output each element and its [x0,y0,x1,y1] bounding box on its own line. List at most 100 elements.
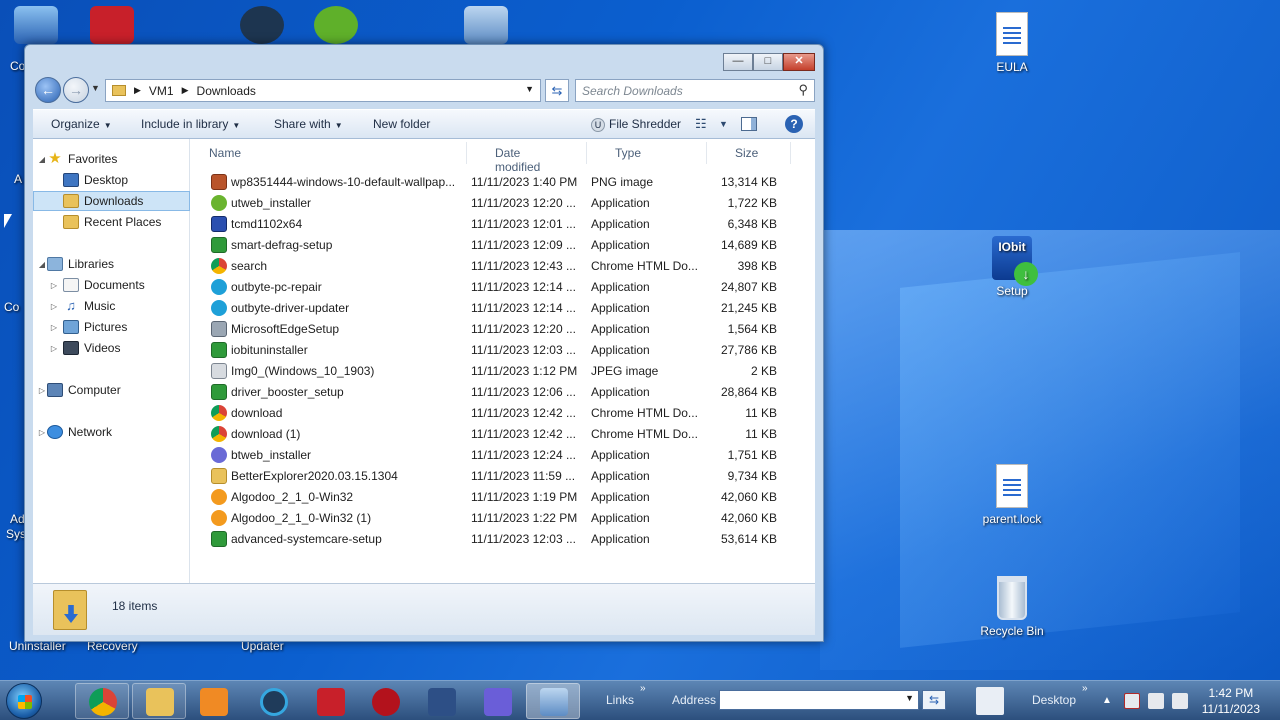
breadcrumb-vm1[interactable]: VM1 [149,84,174,98]
collapse-icon[interactable]: ◢ [37,155,47,164]
nav-downloads[interactable]: Downloads [33,191,190,211]
search-icon[interactable]: ⚲ [798,82,808,98]
column-header-name[interactable]: Name [191,142,467,164]
file-row[interactable]: download 11/11/2023 12:42 ... Chrome HTML … [191,403,791,424]
breadcrumb-separator-icon[interactable]: ▶ [182,85,189,96]
file-row[interactable]: Algodoo_2_1_0-Win32 (1) 11/11/2023 1:22 P… [191,508,791,529]
links-chevron-icon[interactable]: » [640,683,646,694]
file-row[interactable]: BetterExplorer2020.03.15.1304 11/11/2023 … [191,466,791,487]
links-toolbar-label[interactable]: Links [606,693,634,707]
column-header-size[interactable]: Size [707,142,791,164]
file-row[interactable]: wp8351444-windows-10-default-wallpap... 1… [191,172,791,193]
expand-icon[interactable]: ▷ [37,428,47,437]
file-row[interactable]: Algodoo_2_1_0-Win32 11/11/2023 1:19 PM App… [191,487,791,508]
taskbar-address-go-button[interactable]: ⇆ [922,690,946,710]
expand-icon[interactable]: ▷ [37,386,47,395]
file-row[interactable]: tcmd1102x64 11/11/2023 12:01 ... Applicati… [191,214,791,235]
security-alert-icon[interactable] [1124,693,1140,709]
recent-pages-dropdown[interactable]: ▼ [91,83,100,93]
paint-icon[interactable] [976,687,1004,715]
desktop-chevron-icon[interactable]: » [1082,683,1088,694]
file-row[interactable]: outbyte-pc-repair 11/11/2023 12:14 ... App… [191,277,791,298]
nav-computer[interactable]: ▷ Computer [33,380,190,400]
expand-icon[interactable]: ▷ [49,344,59,353]
desktop-label-co-2[interactable]: Co [4,300,19,314]
refresh-button[interactable]: ⇆ [545,79,569,102]
column-header-type[interactable]: Type [587,142,707,164]
change-view-icon[interactable]: ☷ [695,116,707,132]
desktop-label-a[interactable]: A [14,172,22,186]
desktop-icon-setup[interactable]: IObit ↓ Setup [967,236,1057,298]
close-button[interactable]: ✕ [783,53,815,71]
nav-pictures[interactable]: ▷ Pictures [33,317,190,337]
nav-libraries[interactable]: ◢ Libraries [33,254,190,274]
nav-recent-places[interactable]: Recent Places [33,212,190,232]
minimize-button[interactable]: — [723,53,753,71]
taskbar-ccleaner[interactable] [246,683,300,719]
expand-icon[interactable]: ▷ [49,281,59,290]
forward-button[interactable]: → [63,77,89,103]
taskbar-network-tool[interactable] [414,683,468,719]
file-row[interactable]: MicrosoftEdgeSetup 11/11/2023 12:20 ... Ap… [191,319,791,340]
system-clock[interactable]: 1:42 PM 11/11/2023 [1202,685,1260,717]
nav-favorites[interactable]: ◢ ★ Favorites [33,149,190,169]
organize-button[interactable]: Organize ▼ [51,117,112,131]
column-header-date[interactable]: Date modified [467,142,587,174]
desktop-label-ad[interactable]: Ad [10,512,25,526]
nav-music[interactable]: ▷ ♫ Music [33,296,190,316]
file-shredder-button[interactable]: U File Shredder [591,117,681,132]
file-row[interactable]: search 11/11/2023 12:43 ... Chrome HTML Do… [191,256,791,277]
taskbar-explorer[interactable] [132,683,186,719]
taskbar-parallels[interactable] [470,683,524,719]
view-options-chevron-icon[interactable]: ▼ [719,119,728,129]
taskbar-media-player[interactable] [186,683,240,719]
address-dropdown-icon[interactable]: ▼ [525,84,534,94]
collapse-icon[interactable]: ◢ [37,260,47,269]
file-row[interactable]: outbyte-driver-updater 11/11/2023 12:14 .… [191,298,791,319]
file-row[interactable]: iobituninstaller 11/11/2023 12:03 ... Appl… [191,340,791,361]
volume-muted-icon[interactable] [1172,693,1188,709]
new-folder-button[interactable]: New folder [373,117,430,131]
file-row[interactable]: advanced-systemcare-setup 11/11/2023 12:0… [191,529,791,550]
nav-desktop[interactable]: Desktop [33,170,190,190]
maximize-button[interactable]: □ [753,53,783,71]
file-row[interactable]: driver_booster_setup 11/11/2023 12:06 ...… [191,382,791,403]
nav-videos[interactable]: ▷ Videos [33,338,190,358]
breadcrumb-downloads[interactable]: Downloads [197,84,256,98]
taskbar-game[interactable] [358,683,412,719]
address-bar[interactable]: ▶ VM1 ▶ Downloads ▼ [105,79,541,102]
search-input[interactable]: Search Downloads ⚲ [575,79,815,102]
desktop-icon-recycle-bin[interactable]: Recycle Bin [967,576,1057,638]
utorrent-desktop-icon[interactable] [314,6,358,44]
breadcrumb-separator-icon[interactable]: ▶ [134,85,141,96]
network-status-icon[interactable] [1148,693,1164,709]
file-row[interactable]: btweb_installer 11/11/2023 12:24 ... Appli… [191,445,791,466]
show-hidden-icons-icon[interactable]: ▲ [1102,695,1112,706]
nav-network[interactable]: ▷ Network [33,422,190,442]
taskbar-control-panel[interactable] [526,683,580,719]
nav-documents[interactable]: ▷ Documents [33,275,190,295]
file-row[interactable]: download (1) 11/11/2023 12:42 ... Chrome H… [191,424,791,445]
control-panel-desktop-icon[interactable] [464,6,508,44]
share-with-button[interactable]: Share with ▼ [274,117,343,131]
computer-desktop-icon[interactable] [14,6,58,44]
chevron-down-icon[interactable]: ▼ [905,693,914,703]
taskbar-chrome[interactable] [75,683,129,719]
file-row[interactable]: smart-defrag-setup 11/11/2023 12:09 ... Ap… [191,235,791,256]
tool-desktop-icon[interactable] [240,6,284,44]
file-row[interactable]: utweb_installer 11/11/2023 12:20 ... Appli… [191,193,791,214]
help-icon[interactable]: ? [785,115,803,133]
desktop-icon-parent-lock[interactable]: parent.lock [967,464,1057,526]
expand-icon[interactable]: ▷ [49,323,59,332]
desktop-toolbar-label[interactable]: Desktop [1032,693,1076,707]
preview-pane-icon[interactable] [741,117,757,131]
include-in-library-button[interactable]: Include in library ▼ [141,117,240,131]
file-row[interactable]: Img0_(Windows_10_1903) 11/11/2023 1:12 PM… [191,361,791,382]
desktop-icon-eula[interactable]: EULA [967,12,1057,74]
recorder-desktop-icon[interactable] [90,6,134,44]
taskbar-recorder[interactable] [303,683,357,719]
back-button[interactable]: ← [35,77,61,103]
taskbar-address-input[interactable]: ▼ [719,690,919,710]
start-button[interactable] [6,683,42,719]
expand-icon[interactable]: ▷ [49,302,59,311]
